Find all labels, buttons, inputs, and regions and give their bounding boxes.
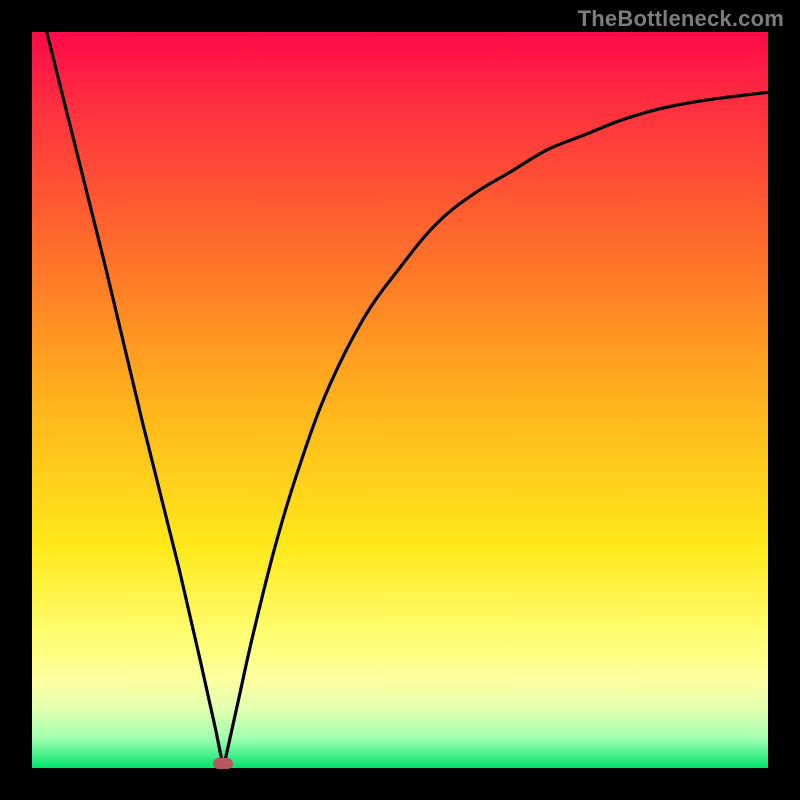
plot-area: [32, 32, 768, 768]
bottleneck-curve: [32, 32, 768, 768]
source-watermark: TheBottleneck.com: [578, 6, 784, 32]
optimal-point-marker: [213, 758, 233, 769]
chart-frame: TheBottleneck.com: [0, 0, 800, 800]
